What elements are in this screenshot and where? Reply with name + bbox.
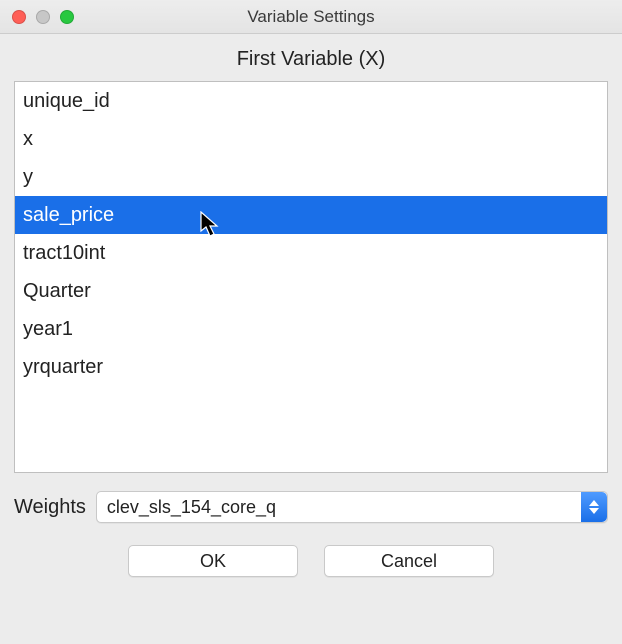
maximize-window-button[interactable] xyxy=(60,10,74,24)
titlebar: Variable Settings xyxy=(0,0,622,34)
list-item[interactable]: tract10int xyxy=(15,234,607,272)
list-item[interactable]: yrquarter xyxy=(15,348,607,386)
list-item-label: x xyxy=(23,128,33,150)
list-item[interactable]: unique_id xyxy=(15,82,607,120)
ok-button[interactable]: OK xyxy=(128,545,298,577)
weights-dropdown[interactable]: clev_sls_154_core_q xyxy=(96,491,608,523)
list-item-label: tract10int xyxy=(23,242,105,264)
list-item-label: Quarter xyxy=(23,280,91,302)
list-item-label: year1 xyxy=(23,318,73,340)
variable-listbox[interactable]: unique_id x y sale_price tract10int Quar… xyxy=(14,81,608,473)
button-row: OK Cancel xyxy=(14,545,608,577)
list-item[interactable]: sale_price xyxy=(15,196,607,234)
list-item-label: sale_price xyxy=(23,204,114,226)
list-item-label: unique_id xyxy=(23,90,110,112)
weights-selected-value: clev_sls_154_core_q xyxy=(107,497,276,518)
dialog-content: First Variable (X) unique_id x y sale_pr… xyxy=(0,34,622,644)
list-item-label: y xyxy=(23,166,33,188)
cancel-button-label: Cancel xyxy=(381,551,437,572)
traffic-lights xyxy=(0,10,74,24)
list-item[interactable]: year1 xyxy=(15,310,607,348)
dropdown-arrows-icon xyxy=(581,492,607,522)
section-title: First Variable (X) xyxy=(14,48,608,71)
list-item-label: yrquarter xyxy=(23,356,103,378)
list-item[interactable]: y xyxy=(15,158,607,196)
ok-button-label: OK xyxy=(200,551,226,572)
weights-row: Weights clev_sls_154_core_q xyxy=(14,491,608,523)
list-item[interactable]: x xyxy=(15,120,607,158)
list-item[interactable]: Quarter xyxy=(15,272,607,310)
minimize-window-button[interactable] xyxy=(36,10,50,24)
variable-settings-window: Variable Settings First Variable (X) uni… xyxy=(0,0,622,644)
weights-label: Weights xyxy=(14,496,86,519)
window-title: Variable Settings xyxy=(0,7,622,27)
close-window-button[interactable] xyxy=(12,10,26,24)
cancel-button[interactable]: Cancel xyxy=(324,545,494,577)
